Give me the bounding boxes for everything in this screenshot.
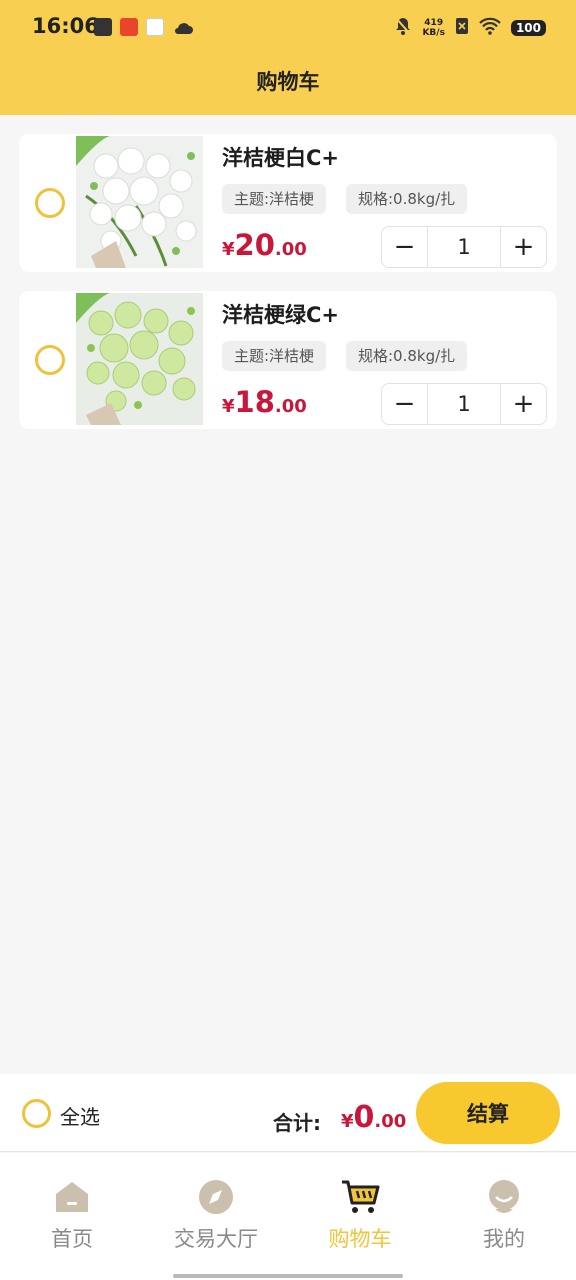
product-price: ¥18.00: [222, 385, 307, 419]
tab-label: 购物车: [328, 1227, 392, 1251]
shopping-app-icon: [120, 18, 138, 36]
total-currency: ¥: [341, 1111, 354, 1132]
network-speed-unit: KB/s: [422, 28, 445, 38]
network-speed-value: 419: [424, 18, 444, 28]
increase-quantity-button[interactable]: +: [501, 384, 546, 424]
product-spec-tag: 规格:0.8kg/扎: [346, 184, 468, 214]
profile-icon: [432, 1177, 576, 1217]
sim-off-icon: [455, 17, 469, 39]
battery-indicator: 100: [510, 20, 546, 36]
tab-label: 我的: [483, 1227, 525, 1251]
item-select-checkbox[interactable]: [35, 188, 65, 218]
page-title: 购物车: [256, 70, 320, 94]
product-price: ¥20.00: [222, 228, 307, 262]
wifi-icon: [479, 17, 501, 39]
decrease-quantity-button[interactable]: −: [382, 227, 427, 267]
quantity-value[interactable]: 1: [427, 227, 501, 267]
cart-item[interactable]: 洋桔梗绿C+ 主题:洋桔梗 规格:0.8kg/扎 ¥18.00 − 1 +: [19, 291, 557, 429]
tab-home[interactable]: 首页: [0, 1177, 144, 1253]
cart-item[interactable]: 洋桔梗白C+ 主题:洋桔梗 规格:0.8kg/扎 ¥20.00 − 1 +: [19, 134, 557, 272]
quantity-stepper: − 1 +: [381, 226, 547, 268]
product-image[interactable]: [76, 293, 203, 425]
cart-icon: [288, 1177, 432, 1217]
bell-off-icon: [394, 16, 412, 40]
tab-trading-hall[interactable]: 交易大厅: [144, 1177, 288, 1253]
tab-label: 交易大厅: [174, 1227, 258, 1251]
map-pin-icon: [146, 18, 164, 36]
status-bar: 16:06 419 KB/s 100: [0, 0, 576, 56]
price-integer: 18: [234, 385, 275, 419]
product-theme-tag: 主题:洋桔梗: [222, 184, 327, 214]
price-currency: ¥: [222, 239, 235, 260]
product-name[interactable]: 洋桔梗绿C+: [222, 299, 339, 329]
price-decimal: .00: [274, 239, 307, 260]
cloud-icon: [172, 18, 194, 40]
price-currency: ¥: [222, 396, 235, 417]
total-integer: 0: [353, 1100, 375, 1135]
total-decimal: .00: [374, 1111, 407, 1132]
price-integer: 20: [234, 228, 275, 262]
clipboard-check-icon: [94, 18, 112, 36]
increase-quantity-button[interactable]: +: [501, 227, 546, 267]
tab-cart[interactable]: 购物车: [288, 1177, 432, 1253]
quantity-stepper: − 1 +: [381, 383, 547, 425]
total-label: 合计:: [273, 1111, 321, 1135]
network-speed: 419 KB/s: [422, 18, 444, 38]
product-image[interactable]: [76, 136, 203, 268]
home-indicator[interactable]: [173, 1274, 403, 1278]
decrease-quantity-button[interactable]: −: [382, 384, 427, 424]
checkout-bar: 全选 合计: ¥0.00 结算: [0, 1074, 576, 1152]
status-notification-icons: [94, 18, 194, 40]
price-decimal: .00: [274, 396, 307, 417]
tab-profile[interactable]: 我的: [432, 1177, 576, 1253]
compass-icon: [144, 1177, 288, 1217]
tab-label: 首页: [51, 1227, 93, 1251]
total-price: ¥0.00: [341, 1100, 406, 1135]
status-time: 16:06: [32, 14, 99, 38]
status-system-icons: 419 KB/s 100: [394, 16, 546, 40]
home-icon: [0, 1177, 144, 1217]
item-select-checkbox[interactable]: [35, 345, 65, 375]
product-name[interactable]: 洋桔梗白C+: [222, 142, 339, 172]
quantity-value[interactable]: 1: [427, 384, 501, 424]
product-theme-tag: 主题:洋桔梗: [222, 341, 327, 371]
bottom-tab-bar: 首页 交易大厅 购物车 我的: [0, 1153, 576, 1280]
product-spec-tag: 规格:0.8kg/扎: [346, 341, 468, 371]
select-all-checkbox[interactable]: [22, 1099, 51, 1128]
page-header: 购物车: [0, 56, 576, 115]
select-all-label[interactable]: 全选: [60, 1101, 100, 1130]
checkout-button[interactable]: 结算: [416, 1082, 560, 1144]
